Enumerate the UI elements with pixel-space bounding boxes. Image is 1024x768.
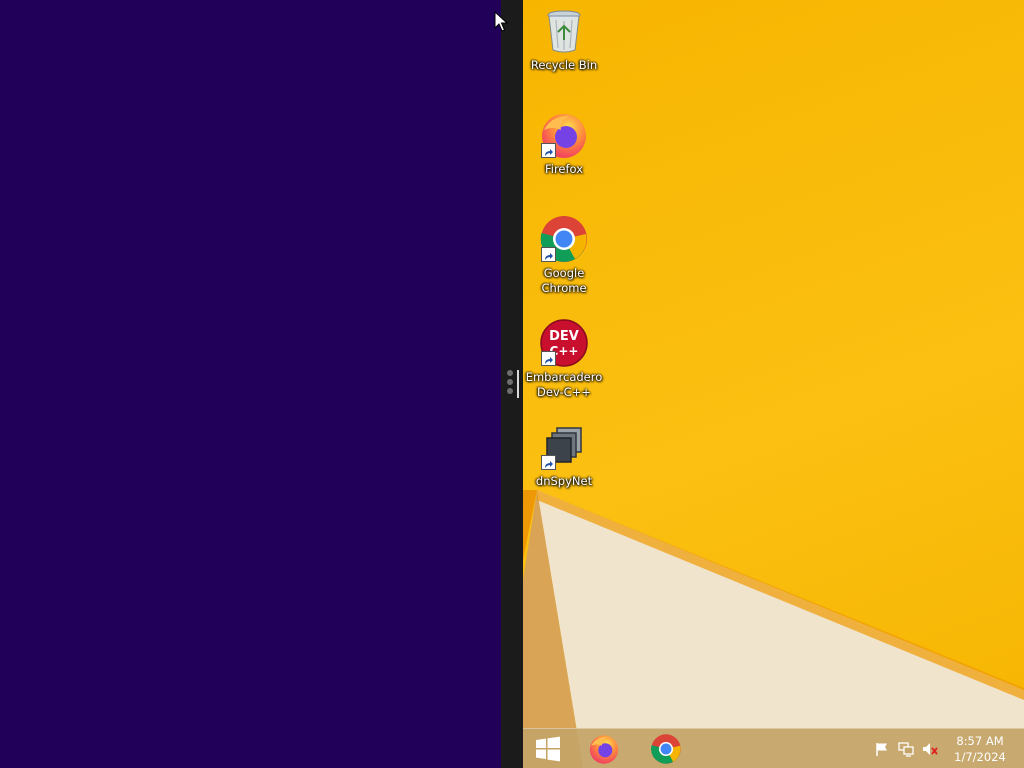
grip-dot bbox=[507, 388, 513, 394]
action-center-flag-icon[interactable] bbox=[874, 741, 890, 757]
desktop-icon-label: Recycle Bin bbox=[530, 58, 598, 72]
desktop-icon-recycle-bin[interactable]: Recycle Bin bbox=[523, 6, 605, 73]
desktop-icon-dnspynet[interactable]: dnSpyNet bbox=[523, 422, 605, 489]
clock-time: 8:57 AM bbox=[956, 734, 1004, 748]
desktop-icon-label: dnSpyNet bbox=[535, 474, 593, 488]
splitter-grip[interactable] bbox=[507, 370, 521, 400]
grip-dot bbox=[507, 379, 513, 385]
chrome-icon bbox=[539, 214, 589, 264]
grip-dot bbox=[507, 370, 513, 376]
desktop[interactable]: Recycle Bin Firefox Google Chrome DEV C+… bbox=[523, 0, 1024, 768]
chrome-taskbar-button[interactable] bbox=[641, 731, 691, 767]
shortcut-arrow-icon bbox=[541, 455, 556, 470]
svg-text:DEV: DEV bbox=[549, 329, 579, 344]
desktop-icon-google-chrome[interactable]: Google Chrome bbox=[523, 214, 605, 296]
mouse-cursor-icon bbox=[494, 11, 508, 32]
desktop-icon-firefox[interactable]: Firefox bbox=[523, 110, 605, 177]
desktop-icon-embarcadero-dev-cpp[interactable]: DEV C++ Embarcadero Dev-C++ bbox=[523, 318, 605, 400]
speaker-muted-icon[interactable] bbox=[922, 741, 938, 757]
snap-splitter[interactable] bbox=[501, 0, 523, 768]
shortcut-arrow-icon bbox=[541, 351, 556, 366]
screen: Recycle Bin Firefox Google Chrome DEV C+… bbox=[0, 0, 1024, 768]
start-button[interactable] bbox=[523, 731, 573, 767]
devcpp-icon: DEV C++ bbox=[539, 318, 589, 368]
windows-logo-icon bbox=[536, 736, 560, 762]
shortcut-arrow-icon bbox=[541, 143, 556, 158]
chrome-icon bbox=[651, 734, 681, 764]
network-icon[interactable] bbox=[898, 741, 914, 757]
desktop-icon-label: Embarcadero Dev-C++ bbox=[525, 370, 603, 399]
desktop-icon-label: Firefox bbox=[544, 162, 584, 176]
recycle-bin-icon bbox=[539, 6, 589, 56]
system-clock[interactable]: 8:57 AM 1/7/2024 bbox=[943, 733, 1017, 765]
desktop-icon-label: Google Chrome bbox=[541, 266, 587, 295]
shortcut-arrow-icon bbox=[541, 247, 556, 262]
clock-date: 1/7/2024 bbox=[954, 750, 1006, 764]
dnspy-icon bbox=[539, 422, 589, 472]
grip-bar bbox=[517, 370, 519, 398]
firefox-icon bbox=[589, 735, 619, 764]
firefox-icon bbox=[539, 110, 589, 160]
snapped-app-pane[interactable] bbox=[0, 0, 501, 768]
firefox-taskbar-button[interactable] bbox=[579, 731, 629, 767]
taskbar: 8:57 AM 1/7/2024 bbox=[523, 728, 1024, 768]
